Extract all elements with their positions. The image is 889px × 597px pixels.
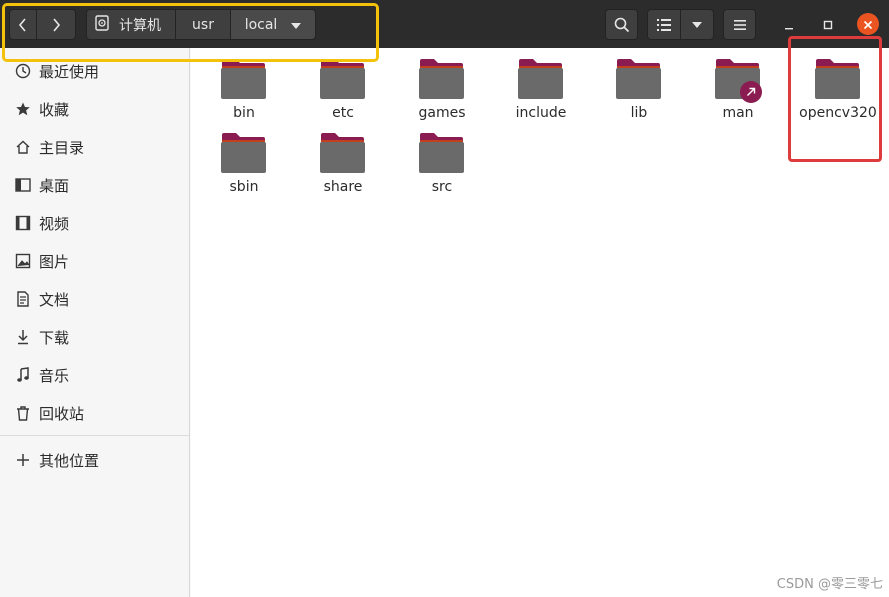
sidebar-item-documents[interactable]: 文档 [0, 280, 189, 318]
sidebar-item-label: 最近使用 [39, 62, 100, 81]
minimize-icon [784, 15, 794, 34]
main-menu-button[interactable] [723, 9, 756, 40]
symlink-arrow-icon [740, 81, 762, 103]
folder-icon [221, 133, 266, 173]
drive-icon [95, 14, 109, 35]
folder-item[interactable]: sbin [199, 124, 289, 196]
file-name: src [431, 179, 453, 195]
file-name: opencv320 [799, 105, 877, 121]
folder-icon [815, 59, 860, 99]
trash-icon [14, 404, 32, 422]
star-icon [14, 100, 32, 118]
folder-icon [616, 59, 661, 99]
sidebar-item-label: 音乐 [39, 366, 70, 385]
close-icon [863, 15, 873, 34]
sidebar-item-label: 回收站 [39, 404, 85, 423]
plus-icon [14, 451, 32, 469]
file-name: etc [332, 105, 354, 121]
folder-icon [320, 59, 365, 99]
sidebar-item-label: 其他位置 [39, 451, 100, 470]
view-options-dropdown[interactable] [680, 9, 714, 40]
folder-item-symlink[interactable]: man [693, 50, 783, 122]
video-icon [14, 214, 32, 232]
folder-item[interactable]: etc [298, 50, 388, 122]
sidebar-item-label: 桌面 [39, 176, 70, 195]
sidebar-item-home[interactable]: 主目录 [0, 128, 189, 166]
desktop-icon [14, 176, 32, 194]
folder-icon [518, 59, 563, 99]
file-name: lib [630, 105, 648, 121]
file-name: include [515, 105, 567, 121]
sidebar-item-videos[interactable]: 视频 [0, 204, 189, 242]
image-icon [14, 252, 32, 270]
sidebar-item-label: 主目录 [39, 138, 85, 157]
sidebar-item-music[interactable]: 音乐 [0, 356, 189, 394]
file-name: bin [233, 105, 255, 121]
folder-icon [419, 133, 464, 173]
folder-item[interactable]: bin [199, 50, 289, 122]
minimize-button[interactable] [778, 13, 800, 35]
folder-item[interactable]: opencv320 [793, 50, 883, 122]
folder-icon [221, 59, 266, 99]
breadcrumb-item-local[interactable]: local [230, 9, 316, 40]
file-name: man [722, 105, 754, 121]
sidebar-item-label: 下载 [39, 328, 70, 347]
breadcrumb: 计算机 usr local [86, 9, 316, 40]
sidebar-divider [0, 435, 189, 436]
chevron-left-icon [18, 17, 28, 33]
folder-icon [320, 133, 365, 173]
sidebar-item-label: 文档 [39, 290, 70, 309]
sidebar: 最近使用 收藏 主目录 桌面 视频 图片 文档 下载 音乐 回收站 其他位置 [0, 48, 190, 597]
folder-item[interactable]: games [397, 50, 487, 122]
folder-icon [419, 59, 464, 99]
sidebar-item-pictures[interactable]: 图片 [0, 242, 189, 280]
watermark: CSDN @零三零七 [776, 577, 883, 592]
sidebar-item-trash[interactable]: 回收站 [0, 394, 189, 432]
file-name: sbin [229, 179, 259, 195]
download-icon [14, 328, 32, 346]
close-button[interactable] [857, 13, 879, 35]
sidebar-item-downloads[interactable]: 下载 [0, 318, 189, 356]
folder-item[interactable]: share [298, 124, 388, 196]
sidebar-item-recent[interactable]: 最近使用 [0, 52, 189, 90]
folder-item[interactable]: src [397, 124, 487, 196]
header-bar: 计算机 usr local [0, 0, 889, 48]
breadcrumb-item-usr[interactable]: usr [175, 9, 231, 40]
sidebar-item-label: 视频 [39, 214, 70, 233]
sidebar-item-label: 收藏 [39, 100, 70, 119]
clock-icon [14, 62, 32, 80]
file-name: games [418, 105, 466, 121]
maximize-icon [823, 15, 833, 34]
sidebar-item-desktop[interactable]: 桌面 [0, 166, 189, 204]
breadcrumb-item-computer[interactable]: 计算机 [86, 9, 176, 40]
folder-item[interactable]: include [496, 50, 586, 122]
file-view: bin etc games include lib man opencv320 [191, 48, 889, 597]
back-button[interactable] [9, 9, 37, 40]
sidebar-item-other-locations[interactable]: 其他位置 [0, 441, 189, 479]
view-mode-button[interactable] [647, 9, 681, 40]
document-icon [14, 290, 32, 308]
hamburger-menu-icon [733, 19, 746, 30]
breadcrumb-label: 计算机 [119, 17, 161, 34]
search-icon [614, 17, 630, 33]
search-button[interactable] [605, 9, 638, 40]
maximize-button[interactable] [817, 13, 839, 35]
music-icon [14, 366, 32, 384]
breadcrumb-label: local [244, 16, 278, 33]
chevron-right-icon [51, 17, 61, 33]
caret-down-icon [692, 21, 702, 28]
file-name: share [323, 179, 363, 195]
forward-button[interactable] [36, 9, 76, 40]
file-manager-window: 计算机 usr local 最近使用 收藏 主目录 桌面 视频 图片 文档 下载… [0, 0, 889, 597]
breadcrumb-label: usr [192, 16, 214, 33]
folder-item[interactable]: lib [594, 50, 684, 122]
caret-down-icon [291, 17, 302, 33]
sidebar-item-label: 图片 [39, 252, 70, 271]
list-view-icon [657, 18, 671, 31]
home-icon [14, 138, 32, 156]
sidebar-item-starred[interactable]: 收藏 [0, 90, 189, 128]
